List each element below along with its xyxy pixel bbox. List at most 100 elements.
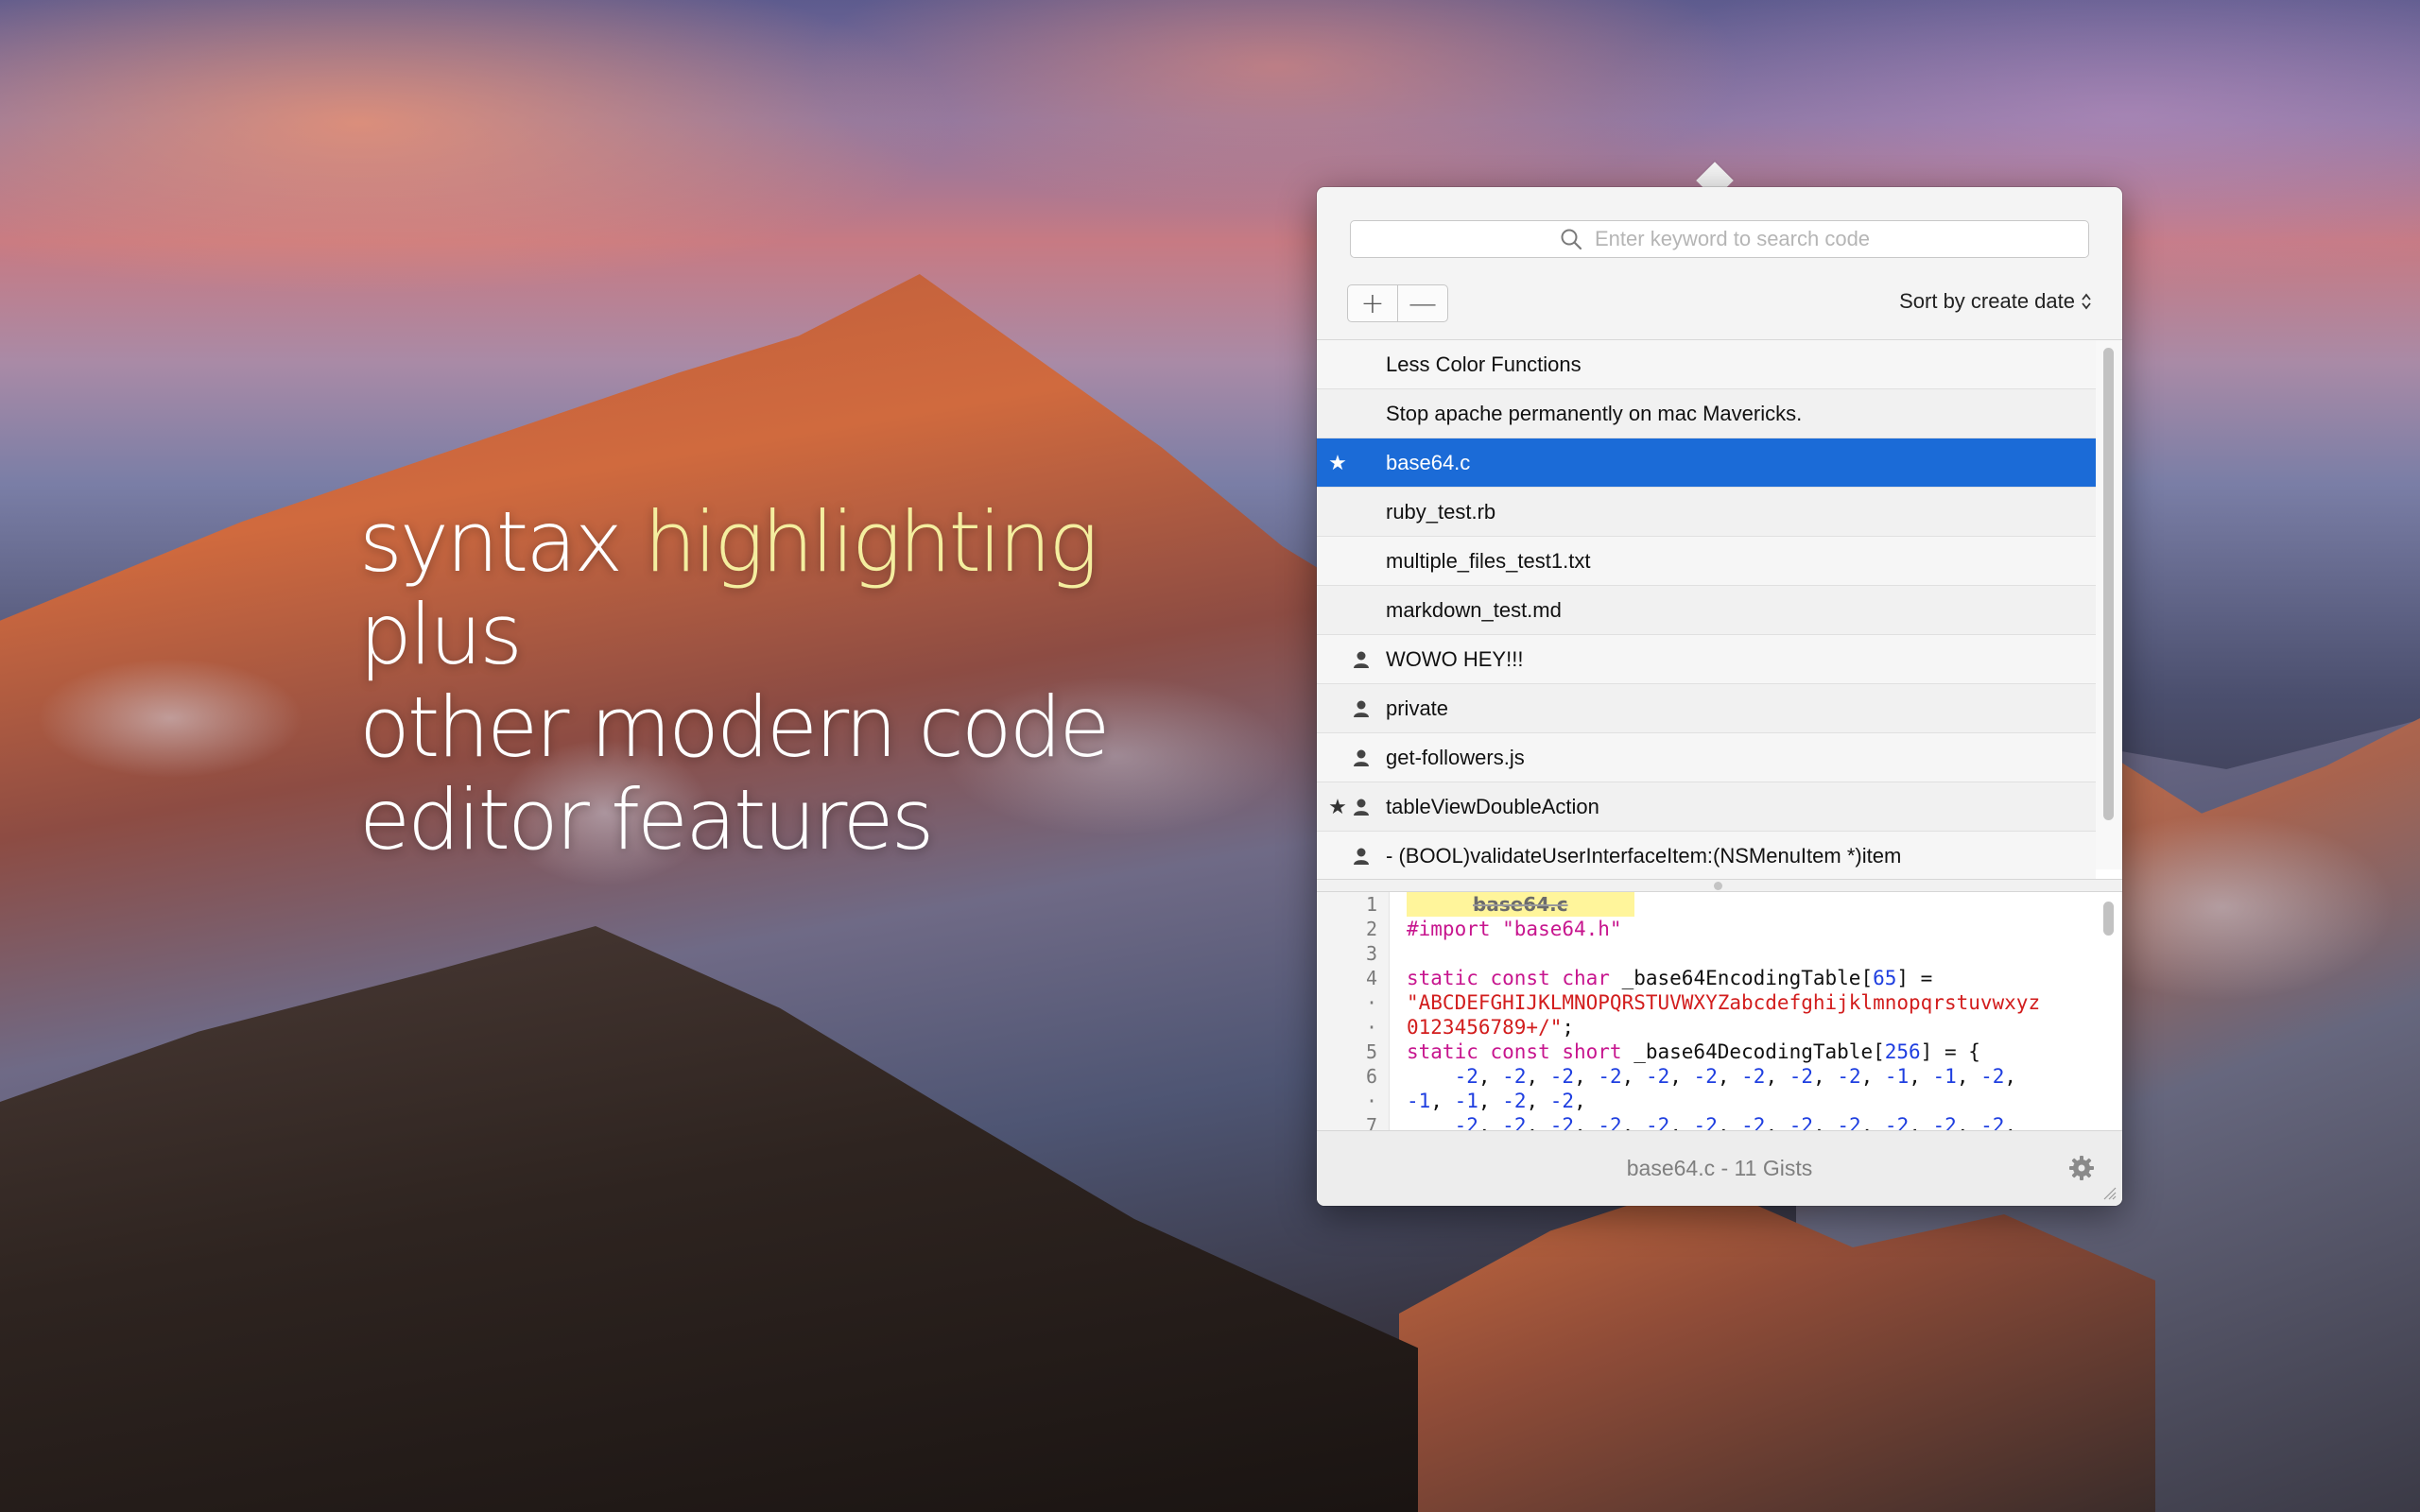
gist-list-row[interactable]: ★ tableViewDoubleAction: [1317, 782, 2096, 832]
search-input[interactable]: [1593, 226, 1880, 252]
gist-list-row[interactable]: ruby_test.rb: [1317, 488, 2096, 537]
gear-icon[interactable]: [2067, 1154, 2096, 1182]
code-content[interactable]: base64.c #import "base64.h" static const c…: [1407, 892, 2078, 1130]
updown-chevron-svg: [2082, 293, 2091, 310]
line-number: 3: [1365, 942, 1377, 965]
code-line: base64.c: [1407, 892, 2078, 917]
gist-list-row[interactable]: ★ base64.c: [1317, 438, 2096, 488]
code-token: ,: [1430, 1090, 1455, 1112]
code-token: ,: [1765, 1065, 1789, 1088]
gist-title: ruby_test.rb: [1386, 499, 1496, 524]
line-number-gutter: 1 2 3 4 · · 5 6 · 7: [1317, 892, 1390, 1130]
code-token: -2: [1549, 1090, 1575, 1112]
gist-popover-window: + — Sort by create date Less Color Funct…: [1317, 187, 2122, 1206]
list-scrollbar[interactable]: [2096, 340, 2122, 869]
code-token: ] =: [1896, 967, 1933, 989]
line-number: ·: [1365, 1090, 1377, 1112]
code-token: "ABCDEFGHIJKLMNOPQRSTUVWXYZabcdefghijklm…: [1407, 991, 2041, 1014]
code-editor[interactable]: 1 2 3 4 · · 5 6 · 7 base64.c #import "base64.h" sta…: [1317, 892, 2122, 1130]
code-token: -2: [1502, 1114, 1527, 1130]
code-token: ,: [1478, 1065, 1503, 1088]
gist-list-row[interactable]: private: [1317, 684, 2096, 733]
code-token: -2: [1598, 1114, 1622, 1130]
sort-label: Sort by create date: [1899, 289, 2075, 313]
search-icon: [1561, 229, 1582, 250]
search-field[interactable]: [1350, 220, 2089, 258]
code-line: -1, -1, -2, -2,: [1407, 1089, 2078, 1113]
code-token: -2: [1884, 1114, 1910, 1130]
code-token: ;: [1562, 1016, 1575, 1039]
code-token: -2: [1598, 1065, 1622, 1088]
status-text: base64.c - 11 Gists: [1626, 1156, 1813, 1180]
gist-list-row[interactable]: Stop apache permanently on mac Mavericks…: [1317, 389, 2096, 438]
code-token: -2: [1741, 1065, 1766, 1088]
gist-title: tableViewDoubleAction: [1386, 794, 1599, 818]
gist-list-row[interactable]: multiple_files_test1.txt: [1317, 537, 2096, 586]
code-token: ,: [1669, 1065, 1694, 1088]
code-token: ,: [1478, 1090, 1503, 1112]
sort-popup-button[interactable]: Sort by create date: [1899, 289, 2092, 314]
code-token: -2: [1454, 1114, 1478, 1130]
code-token: ,: [1956, 1065, 1981, 1088]
code-line: -2, -2, -2, -2, -2, -2, -2, -2, -2, -1, …: [1407, 1064, 2078, 1089]
code-token: ,: [1526, 1090, 1550, 1112]
code-line: #import "base64.h": [1407, 917, 2078, 941]
line-number: 7: [1365, 1114, 1377, 1130]
editor-scrollbar-thumb[interactable]: [2103, 902, 2114, 936]
line-number: ·: [1365, 991, 1377, 1014]
code-token: ,: [1574, 1114, 1599, 1130]
code-token: ,: [1574, 1065, 1599, 1088]
code-token: -1: [1932, 1065, 1957, 1088]
code-token: -2: [1693, 1065, 1718, 1088]
status-footer: base64.c - 11 Gists: [1317, 1130, 2122, 1206]
gist-list-row[interactable]: Less Color Functions: [1317, 340, 2096, 389]
code-line: static const char _base64EncodingTable[6…: [1407, 966, 2078, 990]
code-token: ,: [1813, 1065, 1838, 1088]
code-token: -2: [1741, 1114, 1766, 1130]
code-token: -2: [1932, 1114, 1957, 1130]
code-token: ,: [1909, 1114, 1933, 1130]
code-token: ,: [1909, 1065, 1933, 1088]
line-number: 2: [1365, 918, 1377, 940]
code-token: -2: [1645, 1114, 1670, 1130]
sunlit-ridge: [1399, 1181, 2155, 1512]
gist-list-row[interactable]: WOWO HEY!!!: [1317, 635, 2096, 684]
line-number: 5: [1365, 1040, 1377, 1063]
list-scrollbar-thumb[interactable]: [2103, 348, 2114, 820]
gist-list-row[interactable]: get-followers.js: [1317, 733, 2096, 782]
split-view-divider[interactable]: [1317, 879, 2122, 892]
code-token: 256: [1884, 1040, 1921, 1063]
code-token: -1: [1884, 1065, 1910, 1088]
code-token: ,: [2004, 1065, 2017, 1088]
code-token: -2: [1645, 1065, 1670, 1088]
code-token: ,: [1813, 1114, 1838, 1130]
promo-headline: syntax highlighting plus other modern co…: [359, 496, 1111, 868]
gist-title: base64.c: [1386, 450, 1471, 474]
code-token: -2: [1837, 1065, 1861, 1088]
gist-title: WOWO HEY!!!: [1386, 646, 1524, 671]
code-token: ,: [2004, 1114, 2017, 1130]
add-remove-segmented-control: + —: [1347, 284, 1448, 322]
gist-list-row[interactable]: markdown_test.md: [1317, 586, 2096, 635]
code-token: -2: [1502, 1090, 1527, 1112]
code-token: ,: [1669, 1114, 1694, 1130]
code-token: -2: [1837, 1114, 1861, 1130]
headline-line-4: editor features: [359, 771, 935, 868]
gist-title: Less Color Functions: [1386, 352, 1582, 376]
gist-list-row[interactable]: - (BOOL)validateUserInterfaceItem:(NSMen…: [1317, 832, 2096, 881]
gist-title: multiple_files_test1.txt: [1386, 548, 1591, 573]
code-token: -2: [1980, 1114, 2005, 1130]
remove-gist-button[interactable]: —: [1397, 285, 1447, 321]
headline-line-1: syntax highlighting: [359, 496, 1108, 589]
resize-grip-icon[interactable]: [2101, 1185, 2117, 1200]
code-token: ,: [1765, 1114, 1789, 1130]
code-token: -2: [1549, 1114, 1575, 1130]
code-token: 0123456789+/": [1407, 1016, 1563, 1039]
code-token: -2: [1693, 1114, 1718, 1130]
headline-plain-word: syntax: [359, 493, 645, 591]
updown-chevron-icon: [2081, 292, 2092, 311]
add-gist-button[interactable]: +: [1348, 285, 1397, 321]
code-token: -2: [1980, 1065, 2005, 1088]
